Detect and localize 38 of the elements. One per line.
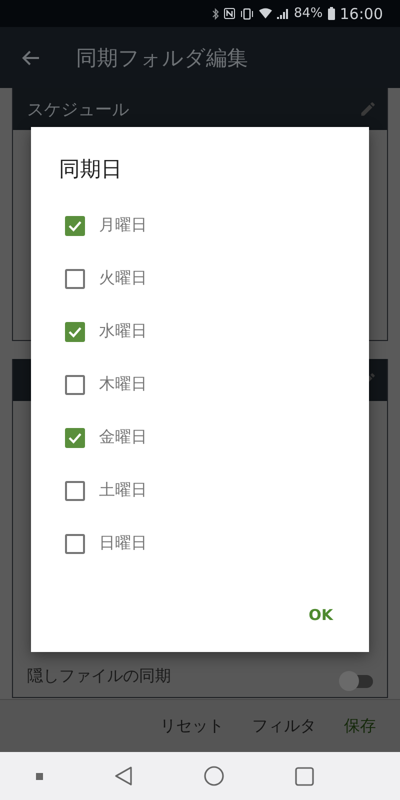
day-label: 土曜日 xyxy=(99,480,147,501)
day-label: 日曜日 xyxy=(99,533,147,554)
back-arrow-icon[interactable] xyxy=(22,50,40,66)
ok-button[interactable]: OK xyxy=(304,602,337,628)
checkbox[interactable] xyxy=(65,534,85,554)
checkbox[interactable] xyxy=(65,480,85,500)
battery-percent: 84% xyxy=(294,6,323,21)
day-label: 水曜日 xyxy=(99,321,147,342)
recents-icon[interactable] xyxy=(295,766,314,786)
checkbox[interactable] xyxy=(65,268,85,288)
checkmark-icon xyxy=(68,220,82,232)
checkmark-icon xyxy=(68,432,82,444)
dialog-title: 同期日 xyxy=(59,156,122,183)
day-label: 月曜日 xyxy=(99,215,147,236)
checkbox[interactable] xyxy=(65,428,85,448)
section-title: スケジュール xyxy=(27,98,129,120)
toggle-switch[interactable] xyxy=(339,671,373,691)
back-icon[interactable] xyxy=(114,766,133,786)
checkbox[interactable] xyxy=(65,374,85,394)
wifi-icon xyxy=(258,8,272,19)
text-button[interactable]: リセット xyxy=(148,708,236,744)
bluetooth-icon xyxy=(212,8,219,20)
setting-label: 隠しファイルの同期 xyxy=(27,666,171,687)
text-button[interactable]: フィルタ xyxy=(240,708,328,744)
day-label: 金曜日 xyxy=(99,427,147,448)
home-icon[interactable] xyxy=(204,766,224,786)
vibrate-icon xyxy=(240,8,254,20)
checkbox[interactable] xyxy=(65,322,85,342)
day-label: 木曜日 xyxy=(99,374,147,395)
checkmark-icon xyxy=(68,326,82,338)
checkbox[interactable] xyxy=(65,216,85,236)
save-button[interactable]: 保存 xyxy=(332,708,388,744)
signal-icon xyxy=(276,8,289,19)
battery-icon xyxy=(328,7,335,20)
day-label: 火曜日 xyxy=(99,268,147,289)
page-title: 同期フォルダ編集 xyxy=(76,44,248,72)
nfc-icon xyxy=(224,8,235,19)
clock-time: 16:00 xyxy=(340,4,383,22)
